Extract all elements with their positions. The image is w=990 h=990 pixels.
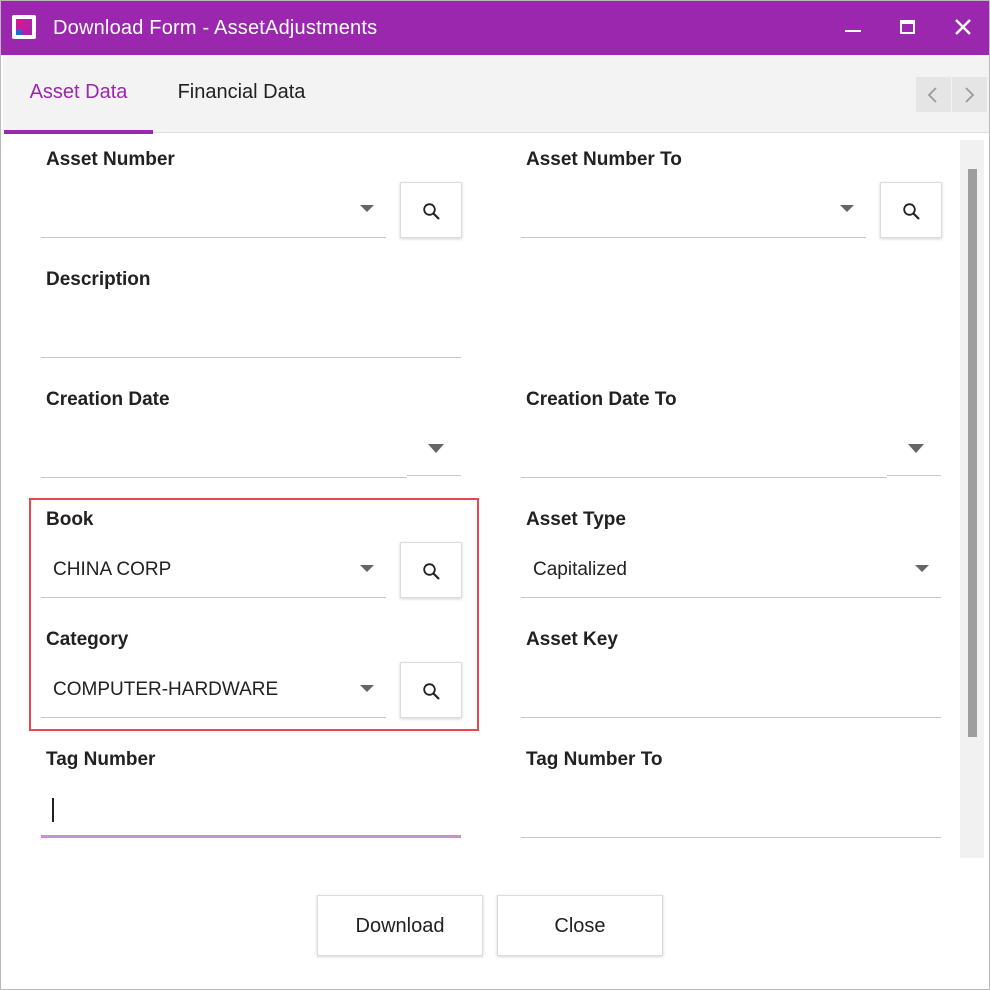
maximize-button[interactable] <box>881 1 935 55</box>
asset-type-label: Asset Type <box>526 509 626 530</box>
close-icon <box>955 19 971 35</box>
book-dropdown-button[interactable] <box>352 554 382 584</box>
tab-bar: Asset Data Financial Data <box>3 55 989 134</box>
tab-asset-data[interactable]: Asset Data <box>4 55 153 134</box>
tag-number-underline <box>41 835 461 838</box>
tag-number-to-underline <box>521 837 941 838</box>
asset-number-to-input[interactable] <box>521 181 866 237</box>
book-input[interactable]: CHINA CORP <box>41 541 386 597</box>
category-dropdown-button[interactable] <box>352 674 382 704</box>
creation-date-label: Creation Date <box>46 389 170 410</box>
asset-type-value: Capitalized <box>533 559 627 580</box>
asset-type-select[interactable]: Capitalized <box>521 541 941 597</box>
asset-number-dropdown-button[interactable] <box>352 194 382 224</box>
search-icon <box>903 203 920 220</box>
creation-date-to-picker-underline <box>887 475 941 476</box>
asset-type-dropdown-button[interactable] <box>907 554 937 584</box>
book-underline <box>41 597 386 598</box>
book-value: CHINA CORP <box>53 559 172 580</box>
scrollbar-thumb[interactable] <box>968 169 977 737</box>
chevron-left-icon <box>927 87 937 103</box>
asset-number-to-dropdown-button[interactable] <box>832 194 862 224</box>
creation-date-picker-underline <box>407 475 461 476</box>
creation-date-picker-button[interactable] <box>418 433 458 473</box>
caret-down-icon <box>908 444 924 453</box>
caret-down-icon <box>915 565 929 572</box>
download-form-window: Download Form - AssetAdjustments Asset D… <box>0 0 990 990</box>
asset-number-underline <box>41 237 386 238</box>
download-button[interactable]: Download <box>317 895 483 956</box>
caret-down-icon <box>428 444 444 453</box>
app-icon <box>12 15 36 39</box>
asset-key-input[interactable] <box>521 661 941 717</box>
asset-key-underline <box>521 717 941 718</box>
category-search-button[interactable] <box>400 662 462 718</box>
search-icon <box>423 683 440 700</box>
caret-down-icon <box>360 685 374 692</box>
creation-date-to-underline <box>521 477 887 478</box>
asset-number-label: Asset Number <box>46 149 175 170</box>
tab-scroll-left-button[interactable] <box>916 77 951 112</box>
asset-number-search-button[interactable] <box>400 182 462 238</box>
caret-down-icon <box>840 205 854 212</box>
tab-scroll-right-button[interactable] <box>952 77 987 112</box>
description-underline <box>41 357 461 358</box>
window-title: Download Form - AssetAdjustments <box>53 17 378 39</box>
creation-date-to-input[interactable] <box>521 421 887 477</box>
tag-number-label: Tag Number <box>46 749 156 770</box>
tag-number-to-input[interactable] <box>521 781 941 837</box>
text-caret <box>52 798 54 822</box>
asset-type-underline <box>521 597 941 598</box>
asset-number-to-underline <box>521 237 866 238</box>
asset-number-to-label: Asset Number To <box>526 149 682 170</box>
close-button[interactable]: Close <box>497 895 663 956</box>
category-input[interactable]: COMPUTER-HARDWARE <box>41 661 386 717</box>
creation-date-underline <box>41 477 407 478</box>
creation-date-input[interactable] <box>41 421 407 477</box>
asset-number-input[interactable] <box>41 181 386 237</box>
book-label: Book <box>46 509 94 530</box>
tag-number-input[interactable] <box>41 781 461 835</box>
creation-date-to-picker-button[interactable] <box>898 433 938 473</box>
asset-key-label: Asset Key <box>526 629 618 650</box>
category-value: COMPUTER-HARDWARE <box>53 679 279 700</box>
minimize-button[interactable] <box>827 1 881 55</box>
maximize-icon <box>900 20 915 34</box>
caret-down-icon <box>360 565 374 572</box>
category-label: Category <box>46 629 129 650</box>
chevron-right-icon <box>965 87 975 103</box>
tag-number-to-label: Tag Number To <box>526 749 663 770</box>
book-search-button[interactable] <box>400 542 462 598</box>
search-icon <box>423 563 440 580</box>
creation-date-to-label: Creation Date To <box>526 389 677 410</box>
search-icon <box>423 203 440 220</box>
description-label: Description <box>46 269 151 290</box>
tab-financial-data[interactable]: Financial Data <box>168 55 315 133</box>
category-underline <box>41 717 386 718</box>
description-input[interactable] <box>41 301 461 357</box>
minimize-icon <box>845 30 861 32</box>
caret-down-icon <box>360 205 374 212</box>
close-window-button[interactable] <box>935 1 989 55</box>
title-bar: Download Form - AssetAdjustments <box>1 1 989 55</box>
asset-number-to-search-button[interactable] <box>880 182 942 238</box>
